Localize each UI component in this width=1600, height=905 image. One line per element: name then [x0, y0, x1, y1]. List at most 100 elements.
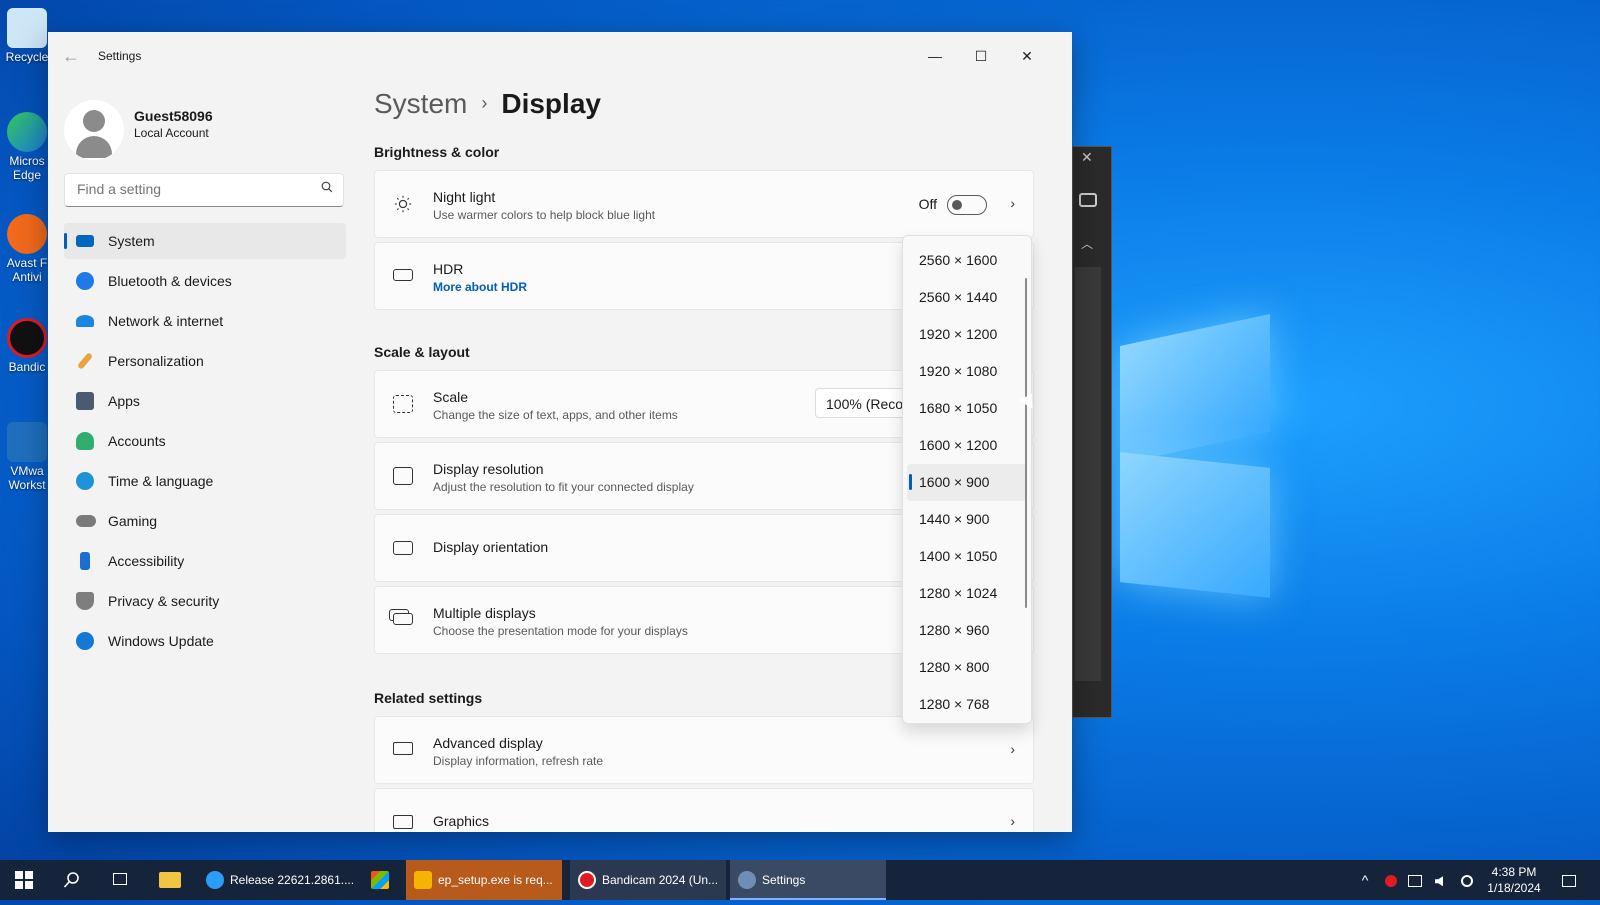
multiple-displays-icon	[393, 613, 413, 625]
taskbar-search-button[interactable]	[52, 860, 92, 900]
taskbar-app-ep-setup[interactable]: ep_setup.exe is req...	[406, 860, 562, 900]
hdr-link[interactable]: More about HDR	[433, 280, 527, 294]
folder-icon	[159, 872, 181, 888]
chevron-right-icon[interactable]: ›	[1010, 195, 1015, 211]
sidebar-item-accounts[interactable]: Accounts	[64, 423, 346, 459]
search-icon	[321, 181, 333, 193]
desktop-icon-vmware[interactable]: VMwa Workst	[0, 422, 54, 492]
back-arrow-icon[interactable]: ←	[62, 46, 82, 66]
task-view-button[interactable]	[100, 860, 140, 900]
sidebar-item-network[interactable]: Network & internet	[64, 303, 346, 339]
sidebar-item-label: Privacy & security	[108, 593, 220, 609]
resolution-option[interactable]: 2560 × 1440	[903, 279, 1031, 316]
chevron-up-icon[interactable]: ︿	[1081, 235, 1093, 252]
edge-icon	[206, 871, 224, 889]
graphics-card[interactable]: Graphics ›	[374, 788, 1034, 832]
volume-muted-icon[interactable]	[1428, 860, 1450, 900]
hdr-icon	[393, 269, 413, 281]
side-panel-body	[1075, 267, 1101, 681]
chevron-right-icon[interactable]: ›	[1010, 813, 1015, 829]
dropdown-scrollbar[interactable]	[1025, 278, 1027, 608]
desktop-icon-recycle-bin[interactable]: Recycle	[0, 8, 54, 64]
sidebar-item-time-language[interactable]: Time & language	[64, 463, 346, 499]
clock-date: 1/18/2024	[1487, 881, 1541, 895]
scale-icon	[393, 395, 413, 413]
sidebar-item-gaming[interactable]: Gaming	[64, 503, 346, 539]
resolution-option[interactable]: 1920 × 1200	[903, 316, 1031, 353]
file-explorer-button[interactable]	[150, 860, 190, 900]
multiple-displays-subtitle: Choose the presentation mode for your di…	[433, 624, 688, 638]
taskbar: Release 22621.2861.... ep_setup.exe is r…	[0, 860, 1600, 900]
resolution-option[interactable]: 1440 × 900	[903, 501, 1031, 538]
bandicam-icon	[7, 318, 47, 358]
sidebar-item-windows-update[interactable]: Windows Update	[64, 623, 346, 659]
resolution-option[interactable]: 1280 × 768	[903, 686, 1031, 723]
network-icon[interactable]	[1404, 860, 1426, 900]
taskbar-app-label: ep_setup.exe is req...	[438, 873, 553, 887]
resolution-option-selected[interactable]: 1600 × 900	[907, 464, 1027, 501]
taskbar-app-settings[interactable]: Settings	[730, 860, 886, 900]
sidebar-item-system[interactable]: System	[64, 223, 346, 259]
resolution-option[interactable]: 2560 × 1600	[903, 242, 1031, 279]
microsoft-store-button[interactable]	[360, 860, 400, 900]
account-type: Local Account	[134, 126, 209, 140]
brush-icon	[76, 352, 94, 370]
section-related-title: Related settings	[374, 690, 483, 706]
chevron-right-icon[interactable]: ›	[1010, 741, 1015, 757]
gear-icon[interactable]	[1456, 860, 1478, 900]
shield-icon	[414, 871, 432, 889]
desktop-icon-edge[interactable]: Micros Edge	[0, 112, 54, 182]
sidebar-item-label: System	[108, 233, 155, 249]
capture-side-panel[interactable]: ✕ ︿	[1072, 146, 1112, 718]
night-light-state: Off	[918, 196, 937, 212]
desktop-icon-label: Bandic	[8, 360, 46, 374]
avast-icon	[7, 214, 47, 254]
store-icon	[371, 871, 389, 889]
resolution-option[interactable]: 1920 × 1080	[903, 353, 1031, 390]
person-icon	[76, 432, 94, 450]
search-input[interactable]	[75, 180, 309, 198]
sidebar-item-privacy[interactable]: Privacy & security	[64, 583, 346, 619]
desktop-icon-avast[interactable]: Avast F Antivi	[0, 214, 54, 284]
sidebar-item-accessibility[interactable]: Accessibility	[64, 543, 346, 579]
advanced-display-card[interactable]: Advanced display Display information, re…	[374, 716, 1034, 784]
bandicam-tray-icon[interactable]	[1380, 860, 1402, 900]
chevron-up-icon[interactable]: ^	[1354, 860, 1376, 900]
resolution-option[interactable]: 1400 × 1050	[903, 538, 1031, 575]
sidebar-item-bluetooth[interactable]: Bluetooth & devices	[64, 263, 346, 299]
resolution-title: Display resolution	[433, 461, 544, 477]
resolution-option[interactable]: 1280 × 960	[903, 612, 1031, 649]
sidebar-item-label: Personalization	[108, 353, 204, 369]
resolution-option[interactable]: 1280 × 800	[903, 649, 1031, 686]
scale-title: Scale	[433, 389, 469, 405]
scale-dropdown[interactable]: 100% (Recommended)	[815, 388, 915, 418]
night-light-toggle[interactable]	[947, 195, 987, 215]
window-title: Settings	[98, 49, 142, 63]
sidebar-item-apps[interactable]: Apps	[64, 383, 346, 419]
sidebar-item-personalization[interactable]: Personalization	[64, 343, 346, 379]
update-icon	[76, 632, 94, 650]
close-icon[interactable]: ✕	[1081, 149, 1093, 166]
hdr-title: HDR	[433, 261, 464, 277]
task-view-icon	[113, 873, 127, 885]
resolution-dropdown-list[interactable]: 2560 × 1600 2560 × 1440 1920 × 1200 1920…	[902, 235, 1032, 724]
camera-icon[interactable]	[1079, 193, 1097, 207]
record-icon	[578, 871, 596, 889]
resolution-option[interactable]: 1680 × 1050	[903, 390, 1031, 427]
night-light-subtitle: Use warmer colors to help block blue lig…	[433, 208, 656, 222]
search-box[interactable]	[64, 173, 344, 207]
resolution-option[interactable]: 1600 × 1200	[903, 427, 1031, 464]
notifications-icon[interactable]	[1558, 860, 1580, 900]
taskbar-clock[interactable]: 4:38 PM 1/18/2024	[1476, 864, 1552, 896]
user-name: Guest58096	[134, 108, 213, 124]
taskbar-app-bandicam[interactable]: Bandicam 2024 (Un...	[570, 860, 726, 900]
sidebar-item-label: Accessibility	[108, 553, 185, 569]
night-light-card[interactable]: Night light Use warmer colors to help bl…	[374, 170, 1034, 238]
desktop-icon-bandicam[interactable]: Bandic	[0, 318, 54, 374]
taskbar-app-edge[interactable]: Release 22621.2861....	[198, 860, 354, 900]
sidebar-item-label: Time & language	[108, 473, 214, 489]
start-button[interactable]	[4, 860, 44, 900]
breadcrumb-parent[interactable]: System	[374, 88, 467, 119]
sidebar-item-label: Accounts	[108, 433, 166, 449]
resolution-option[interactable]: 1280 × 1024	[903, 575, 1031, 612]
